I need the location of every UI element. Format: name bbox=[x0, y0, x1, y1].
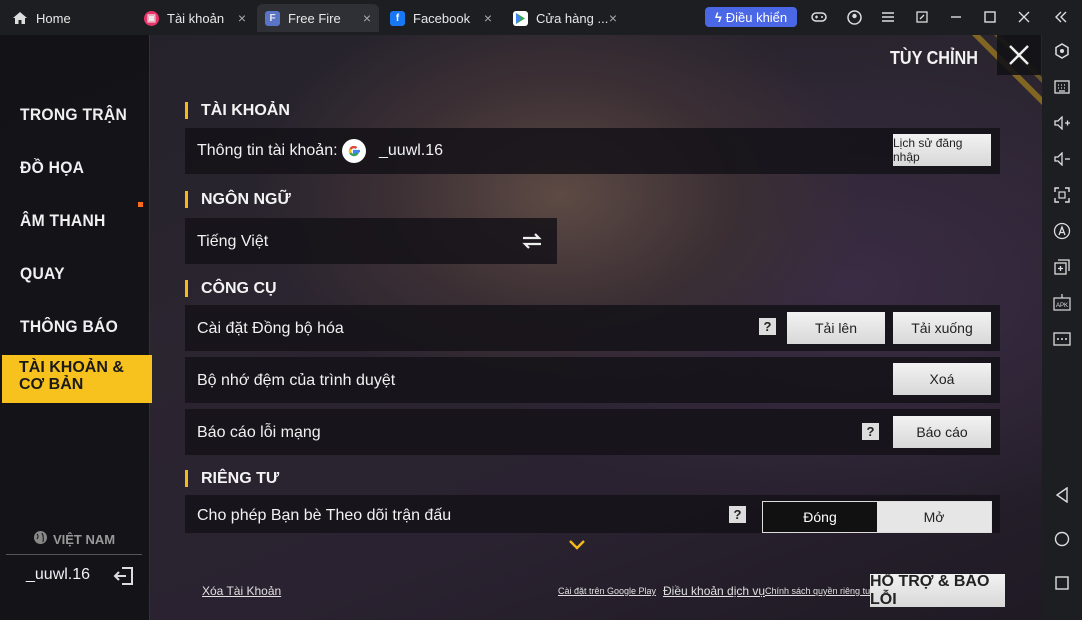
maximize-icon[interactable] bbox=[981, 7, 999, 27]
apk-install-icon[interactable]: APK bbox=[1052, 293, 1072, 313]
section-language: NGÔN NGỮ bbox=[185, 191, 291, 208]
nav-item-in-match[interactable]: TRONG TRẬN bbox=[20, 105, 127, 125]
toggle-off-option[interactable]: Đóng bbox=[763, 502, 877, 532]
account-info-row: Thông tin tài khoản: _uuwl.16 Lịch sử đă… bbox=[185, 128, 1000, 174]
logout-icon[interactable] bbox=[113, 565, 135, 587]
network-report-row: Báo cáo lỗi mạng ? Báo cáo bbox=[185, 409, 1000, 455]
volume-down-icon[interactable] bbox=[1052, 149, 1072, 169]
tab-account[interactable]: ▣ Tài khoản × bbox=[136, 4, 254, 32]
privacy-policy-link[interactable]: Chính sách quyền riêng tư bbox=[765, 586, 871, 596]
help-icon[interactable]: ? bbox=[862, 423, 879, 440]
follow-match-label: Cho phép Bạn bè Theo dõi trận đấu bbox=[197, 507, 452, 524]
nav-item-notifications[interactable]: THÔNG BÁO bbox=[20, 317, 118, 337]
section-tools: CÔNG CỤ bbox=[185, 280, 277, 297]
close-icon[interactable]: × bbox=[484, 10, 492, 26]
section-account: TÀI KHOẢN bbox=[185, 102, 290, 119]
close-icon[interactable]: × bbox=[238, 10, 246, 26]
tab-home[interactable]: Home bbox=[12, 4, 122, 32]
notification-dot bbox=[138, 202, 143, 207]
free-fire-icon: F bbox=[265, 10, 280, 26]
tab-label: Cửa hàng ... bbox=[536, 10, 609, 26]
section-privacy: RIÊNG TƯ bbox=[185, 470, 279, 487]
user-icon[interactable] bbox=[845, 7, 863, 27]
close-settings-button[interactable] bbox=[997, 35, 1041, 75]
title-bar: Home ▣ Tài khoản × F Free Fire × f Faceb… bbox=[0, 0, 1082, 35]
multi-instance-icon[interactable] bbox=[1052, 257, 1072, 277]
nav-item-camera[interactable]: QUAY bbox=[20, 264, 65, 284]
close-icon[interactable]: × bbox=[363, 10, 371, 26]
swap-arrows-icon bbox=[521, 233, 543, 254]
volume-up-icon[interactable] bbox=[1052, 113, 1072, 133]
delete-account-link[interactable]: Xóa Tài Khoản bbox=[202, 584, 281, 598]
control-button[interactable]: ϟ Điều khiển bbox=[705, 7, 797, 27]
minimize-icon[interactable] bbox=[947, 7, 965, 27]
lightning-icon: ϟ bbox=[714, 9, 722, 25]
tab-free-fire[interactable]: F Free Fire × bbox=[257, 4, 379, 32]
facebook-icon: f bbox=[390, 10, 405, 26]
cache-row: Bộ nhớ đệm của trình duyệt Xoá bbox=[185, 357, 1000, 403]
sync-label: Cài đặt Đồng bộ hóa bbox=[197, 320, 344, 337]
control-label: Điều khiển bbox=[725, 9, 788, 25]
home-button-icon[interactable] bbox=[1052, 529, 1072, 549]
follow-match-row: Cho phép Bạn bè Theo dõi trận đấu ? Đóng… bbox=[185, 495, 1000, 533]
tab-label: Home bbox=[36, 10, 71, 26]
home-icon bbox=[12, 11, 28, 25]
gamepad-icon[interactable] bbox=[810, 7, 828, 27]
play-store-icon bbox=[513, 10, 528, 26]
more-options-icon[interactable] bbox=[1052, 329, 1072, 349]
follow-toggle[interactable]: Đóng Mở bbox=[762, 501, 992, 533]
region-indicator: VIỆT NAM bbox=[6, 525, 142, 555]
sync-row: Cài đặt Đồng bộ hóa ? Tải lên Tải xuống bbox=[185, 305, 1000, 351]
collapse-window-icon[interactable] bbox=[913, 7, 931, 27]
close-icon[interactable]: × bbox=[609, 10, 617, 26]
region-label: VIỆT NAM bbox=[52, 532, 116, 547]
scroll-down-icon[interactable] bbox=[568, 538, 586, 556]
nav-item-graphics[interactable]: ĐỒ HỌA bbox=[20, 158, 84, 178]
menu-icon[interactable] bbox=[879, 7, 897, 27]
game-viewport: TÙY CHỈNH TRONG TRẬN ĐỒ HỌA ÂM THANH QUA… bbox=[0, 35, 1042, 620]
nav-item-sound[interactable]: ÂM THANH bbox=[20, 211, 106, 231]
tab-play-store[interactable]: Cửa hàng ... × bbox=[505, 4, 625, 32]
collapse-sidebar-icon[interactable] bbox=[1052, 7, 1070, 27]
report-button[interactable]: Báo cáo bbox=[893, 416, 991, 448]
upload-button[interactable]: Tải lên bbox=[787, 312, 885, 344]
cache-label: Bộ nhớ đệm của trình duyệt bbox=[197, 372, 396, 389]
macro-icon[interactable] bbox=[1052, 221, 1072, 241]
tab-label: Free Fire bbox=[288, 10, 341, 26]
keyboard-icon[interactable] bbox=[1052, 77, 1072, 97]
account-app-icon: ▣ bbox=[144, 10, 159, 26]
help-icon[interactable]: ? bbox=[729, 506, 746, 523]
tab-facebook[interactable]: f Facebook × bbox=[382, 4, 500, 32]
network-report-label: Báo cáo lỗi mạng bbox=[197, 424, 321, 441]
clear-cache-button[interactable]: Xoá bbox=[893, 363, 991, 395]
screenshot-icon[interactable] bbox=[1052, 185, 1072, 205]
globe-icon bbox=[33, 530, 48, 550]
settings-nav: TRONG TRẬN ĐỒ HỌA ÂM THANH QUAY THÔNG BÁ… bbox=[0, 35, 152, 620]
nav-username: _uuwl.16 bbox=[26, 566, 91, 583]
language-value: Tiếng Việt bbox=[197, 233, 269, 250]
help-icon[interactable]: ? bbox=[759, 318, 776, 335]
toggle-on-option[interactable]: Mở bbox=[877, 502, 991, 532]
svg-text:APK: APK bbox=[1056, 303, 1068, 309]
page-title: TÙY CHỈNH bbox=[890, 48, 978, 68]
tab-label: Tài khoản bbox=[167, 10, 225, 26]
recent-apps-icon[interactable] bbox=[1052, 573, 1072, 593]
emulator-sidebar: APK bbox=[1042, 35, 1082, 620]
download-button[interactable]: Tải xuống bbox=[893, 312, 991, 344]
tab-label: Facebook bbox=[413, 10, 471, 26]
google-icon bbox=[342, 139, 366, 163]
support-button[interactable]: HỖ TRỢ & BÁO LỖI bbox=[870, 573, 1005, 608]
nav-item-account-basic[interactable]: TÀI KHOẢN & CƠ BẢN bbox=[2, 355, 152, 403]
google-play-link[interactable]: Cài đặt trên Google Play bbox=[558, 586, 656, 596]
close-icon bbox=[1009, 45, 1029, 65]
terms-link[interactable]: Điều khoản dịch vụ bbox=[663, 584, 765, 598]
close-window-icon[interactable] bbox=[1015, 7, 1033, 27]
settings-hexagon-icon[interactable] bbox=[1052, 41, 1072, 61]
login-history-button[interactable]: Lịch sử đăng nhập bbox=[893, 134, 991, 166]
language-selector[interactable]: Tiếng Việt bbox=[185, 218, 557, 264]
account-username: _uuwl.16 bbox=[379, 142, 444, 159]
account-info-label: Thông tin tài khoản: bbox=[197, 142, 338, 159]
back-icon[interactable] bbox=[1052, 485, 1072, 505]
